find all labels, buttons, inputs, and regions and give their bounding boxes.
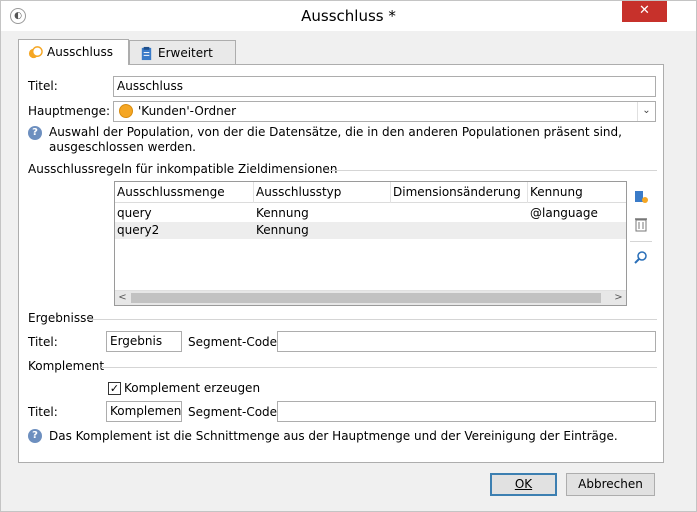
help-icon: ? [28,429,42,443]
close-button[interactable]: ✕ [622,1,667,22]
dialog-window: ◐ Ausschluss * ✕ Ausschluss Erweitert Ti… [0,0,697,512]
column-header[interactable]: Kennung [528,182,626,203]
cell-set: query2 [117,223,160,237]
results-section-label: Ergebnisse [28,311,94,325]
tab-label: Erweitert [158,46,213,60]
column-header[interactable]: Ausschlussmenge [115,182,254,203]
cell-dim-change [391,205,393,222]
column-header[interactable]: Ausschlusstyp [254,182,391,203]
exclusion-icon [28,46,43,59]
add-icon[interactable] [632,188,650,206]
tab-panel: Titel: Ausschluss Hauptmenge: 'Kunden'-O… [18,64,664,463]
cancel-button[interactable]: Abbrechen [566,473,655,496]
cancel-button-label: Abbrechen [578,477,643,491]
ok-button[interactable]: OK [490,473,557,496]
complement-title-label: Titel: [28,405,58,419]
rules-table[interactable]: Ausschlussmenge Ausschlusstyp Dimensions… [114,181,627,306]
results-segment-label: Segment-Code: [188,335,282,349]
title-bar[interactable]: ◐ Ausschluss * ✕ [1,1,696,31]
cell-type: Kennung [256,223,309,237]
results-title-field[interactable]: Ergebnis [106,331,182,352]
cell-set: query [117,206,152,220]
window-title: Ausschluss * [301,7,396,25]
search-icon[interactable] [632,250,650,268]
section-divider [101,367,657,368]
toolbar-separator [630,241,652,242]
table-header: Ausschlussmenge Ausschlusstyp Dimensions… [115,182,626,203]
cell-type: Kennung [256,206,309,220]
main-set-help-text: Auswahl der Population, von der die Date… [49,125,622,154]
section-divider [87,319,657,320]
cell-dim-change [391,222,393,239]
folder-icon [119,103,133,118]
clipboard-icon [141,46,152,61]
complement-segment-label: Segment-Code: [188,405,282,419]
table-row[interactable]: query Kennung @language [115,205,626,222]
table-row[interactable]: query2 Kennung [115,222,626,239]
complement-checkbox[interactable]: ✓ [108,382,121,395]
main-set-value: 'Kunden'-Ordner [138,104,237,118]
cell-id: @language [530,206,598,220]
complement-section-label: Komplement [28,359,105,373]
complement-segment-field[interactable] [277,401,656,422]
rules-section-label: Ausschlussregeln für inkompatible Zieldi… [28,162,338,176]
ok-button-label: OK [514,477,533,491]
main-set-label: Hauptmenge: [28,104,111,118]
section-divider [327,170,657,171]
tab-erweitert[interactable]: Erweitert [129,40,236,65]
results-title-label: Titel: [28,335,58,349]
horizontal-scrollbar[interactable]: < > [115,290,626,305]
tab-label: Ausschluss [47,45,113,59]
title-label: Titel: [28,79,58,93]
complement-title-field[interactable]: Komplement [106,401,182,422]
title-field[interactable]: Ausschluss [113,76,656,97]
help-icon: ? [28,126,42,140]
cell-id [528,222,530,239]
results-segment-field[interactable] [277,331,656,352]
complement-help-text: Das Komplement ist die Schnittmenge aus … [49,429,618,443]
chevron-down-icon[interactable]: ⌄ [637,102,655,121]
main-set-dropdown[interactable]: 'Kunden'-Ordner ⌄ [113,101,656,122]
scroll-left-icon[interactable]: < [115,291,130,305]
complement-checkbox-label[interactable]: Komplement erzeugen [124,381,260,395]
column-header[interactable]: Dimensionsänderung [391,182,528,203]
scroll-thumb[interactable] [131,293,601,303]
scroll-right-icon[interactable]: > [611,291,626,305]
tab-ausschluss[interactable]: Ausschluss [18,39,129,65]
trash-icon[interactable] [632,216,650,234]
